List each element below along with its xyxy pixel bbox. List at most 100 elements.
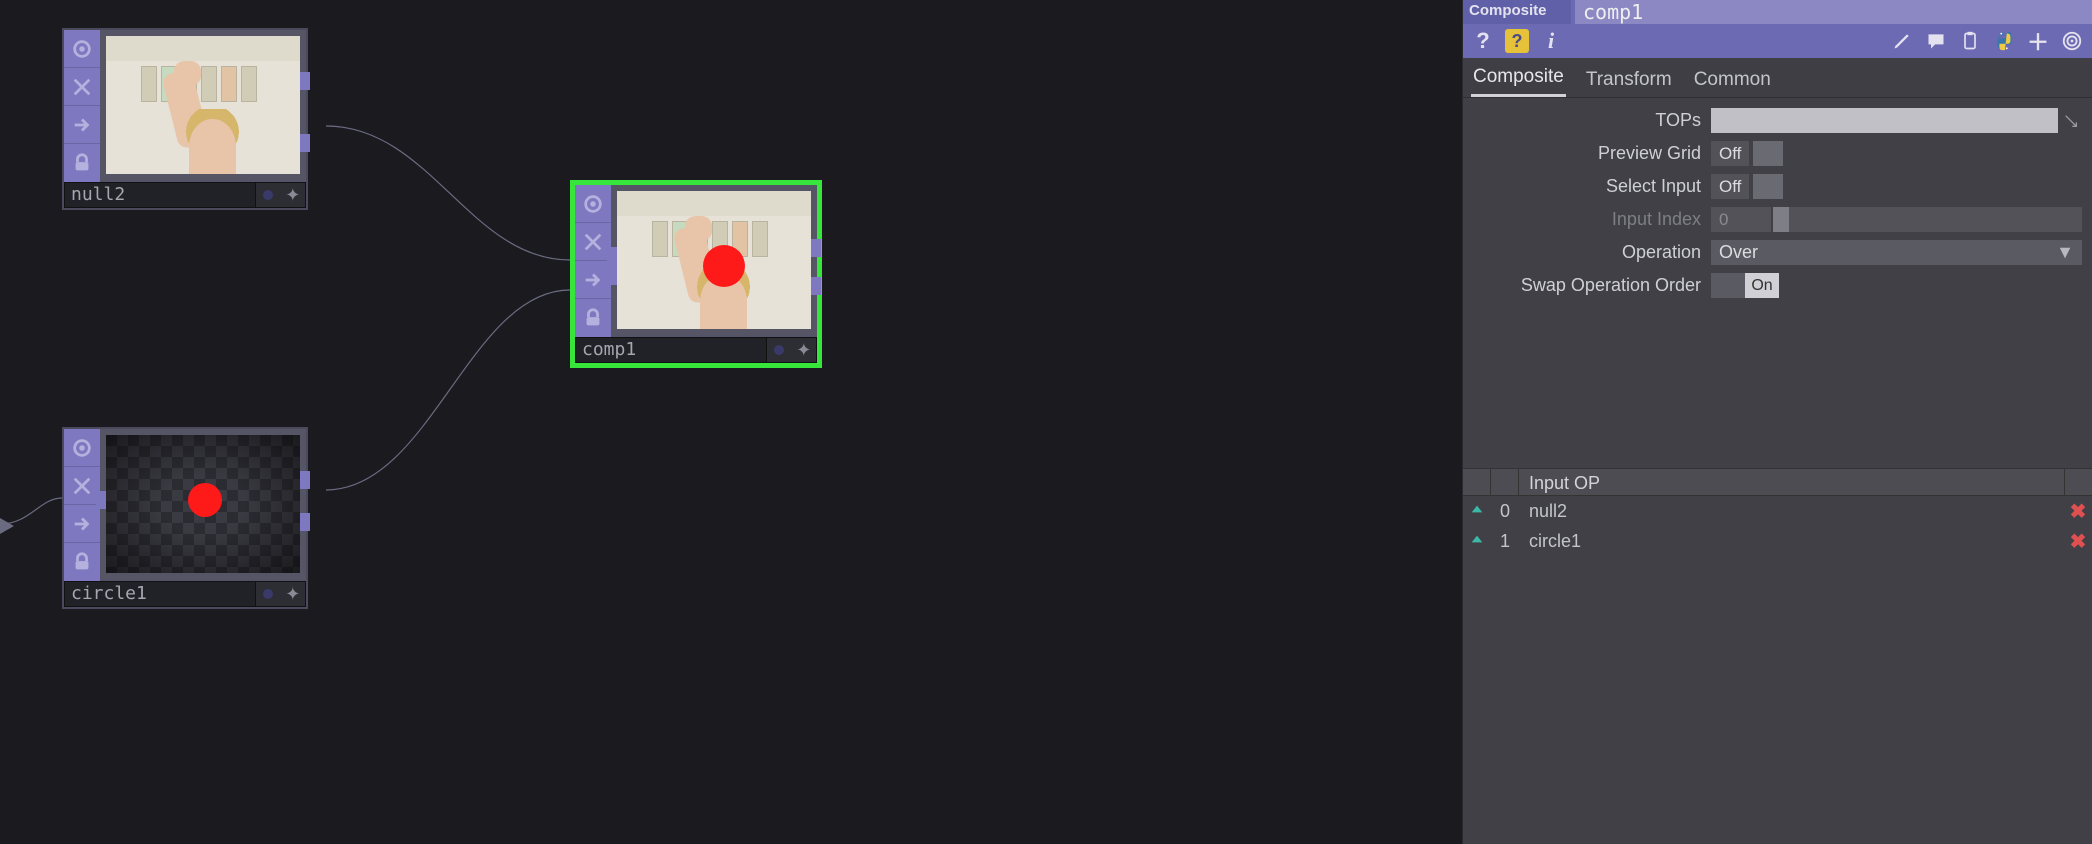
- node-null2[interactable]: null2 ✦: [62, 28, 308, 210]
- output-connector[interactable]: [300, 471, 310, 489]
- node-viewer[interactable]: [100, 30, 306, 180]
- select-input-toggle[interactable]: [1753, 174, 1783, 199]
- param-swap-order: Swap Operation Order On: [1463, 269, 2092, 302]
- node-flags: [575, 185, 611, 337]
- help-icon[interactable]: ?: [1471, 29, 1495, 53]
- viewer-flag[interactable]: [64, 429, 100, 467]
- output-connector[interactable]: [811, 277, 821, 295]
- add-icon[interactable]: ＋: [2026, 29, 2050, 53]
- node-comp1[interactable]: comp1 ✦: [570, 180, 822, 368]
- info-dot-icon[interactable]: [767, 338, 792, 362]
- input-op-table: Input OP 0 null2 ✖ 1 circle1 ✖: [1463, 468, 2092, 556]
- info-dot-icon[interactable]: [256, 582, 281, 606]
- viewer-flag[interactable]: [64, 30, 100, 68]
- viewer-flag[interactable]: [575, 185, 611, 223]
- input-op-header: Input OP: [1463, 468, 2092, 496]
- param-list: TOPs Preview Grid Off Select Input Off I…: [1463, 98, 2092, 302]
- bypass-flag[interactable]: [64, 505, 100, 543]
- bypass-flag[interactable]: [575, 261, 611, 299]
- input-op-row[interactable]: 0 null2 ✖: [1463, 496, 2092, 526]
- op-name-field[interactable]: comp1: [1575, 0, 2092, 24]
- node-circle1[interactable]: circle1 ✦: [62, 427, 308, 609]
- clone-flag[interactable]: [64, 467, 100, 505]
- input-op-name: null2: [1519, 501, 2064, 522]
- node-name[interactable]: comp1: [575, 337, 767, 363]
- param-label: Select Input: [1463, 176, 1711, 197]
- param-label: Preview Grid: [1463, 143, 1711, 164]
- circle-preview: [106, 435, 300, 573]
- edit-icon[interactable]: [1890, 29, 1914, 53]
- panel-toolbar: ? ? i ＋: [1463, 24, 2092, 58]
- tops-picker-icon[interactable]: [2060, 108, 2082, 133]
- tops-input[interactable]: [1711, 108, 2058, 133]
- select-input-value[interactable]: Off: [1711, 174, 1749, 199]
- param-tabs: Composite Transform Common: [1463, 58, 2092, 98]
- output-connector[interactable]: [300, 134, 310, 152]
- chevron-down-icon: ▼: [2056, 242, 2074, 263]
- output-connector[interactable]: [300, 72, 310, 90]
- input-op-index: 1: [1491, 531, 1519, 552]
- input-connector[interactable]: [96, 491, 106, 509]
- op-type-label: Composite: [1463, 0, 1571, 24]
- bypass-flag[interactable]: [64, 106, 100, 144]
- output-connector[interactable]: [811, 239, 821, 257]
- preview-grid-toggle[interactable]: [1753, 141, 1783, 166]
- clone-flag[interactable]: [575, 223, 611, 261]
- target-icon[interactable]: [2060, 29, 2084, 53]
- tab-composite[interactable]: Composite: [1471, 60, 1566, 97]
- input-index-value: 0: [1711, 207, 1771, 232]
- lock-flag[interactable]: [575, 299, 611, 337]
- param-operation: Operation Over ▼: [1463, 236, 2092, 269]
- input-connector[interactable]: [607, 247, 617, 285]
- node-name[interactable]: null2: [64, 182, 256, 208]
- video-preview: [106, 36, 300, 174]
- add-icon[interactable]: ✦: [281, 582, 306, 606]
- help-badge-icon[interactable]: ?: [1505, 29, 1529, 53]
- param-input-index: Input Index 0: [1463, 203, 2092, 236]
- input-op-index: 0: [1491, 501, 1519, 522]
- node-flags: [64, 429, 100, 581]
- network-editor[interactable]: null2 ✦: [0, 0, 928, 844]
- delete-row-icon[interactable]: ✖: [2064, 529, 2092, 554]
- clone-flag[interactable]: [64, 68, 100, 106]
- tab-common[interactable]: Common: [1692, 63, 1773, 97]
- output-connector[interactable]: [300, 513, 310, 531]
- node-viewer[interactable]: [611, 185, 817, 335]
- input-op-name: circle1: [1519, 531, 2064, 552]
- delete-row-icon[interactable]: ✖: [2064, 499, 2092, 524]
- param-label: TOPs: [1463, 110, 1711, 131]
- clipboard-icon[interactable]: [1958, 29, 1982, 53]
- lock-flag[interactable]: [64, 144, 100, 182]
- param-tops: TOPs: [1463, 104, 2092, 137]
- input-index-slider: [1773, 207, 2082, 232]
- parameter-panel: Composite comp1 ? ? i ＋ Composite Transf…: [1462, 0, 2092, 844]
- composite-preview: [617, 191, 811, 329]
- param-select-input: Select Input Off: [1463, 170, 2092, 203]
- param-preview-grid: Preview Grid Off: [1463, 137, 2092, 170]
- python-icon[interactable]: [1992, 29, 2016, 53]
- incoming-wire-arrow: [0, 518, 14, 534]
- add-icon[interactable]: ✦: [281, 183, 306, 207]
- swap-order-toggle[interactable]: On: [1711, 273, 1779, 298]
- input-op-row[interactable]: 1 circle1 ✖: [1463, 526, 2092, 556]
- panel-header: Composite comp1: [1463, 0, 2092, 24]
- node-name[interactable]: circle1: [64, 581, 256, 607]
- preview-grid-value[interactable]: Off: [1711, 141, 1749, 166]
- info-dot-icon[interactable]: [256, 183, 281, 207]
- input-op-header-label: Input OP: [1519, 469, 2064, 495]
- node-flags: [64, 30, 100, 182]
- param-label: Operation: [1463, 242, 1711, 263]
- reorder-up-icon[interactable]: [1463, 503, 1491, 519]
- add-icon[interactable]: ✦: [792, 338, 817, 362]
- operation-select[interactable]: Over ▼: [1711, 240, 2082, 265]
- node-viewer[interactable]: [100, 429, 306, 579]
- swap-order-value: On: [1745, 273, 1779, 298]
- param-label: Swap Operation Order: [1463, 275, 1711, 296]
- info-icon[interactable]: i: [1539, 29, 1563, 53]
- tab-transform[interactable]: Transform: [1584, 63, 1674, 97]
- reorder-up-icon[interactable]: [1463, 533, 1491, 549]
- operation-value: Over: [1719, 242, 1758, 263]
- param-label: Input Index: [1463, 209, 1711, 230]
- lock-flag[interactable]: [64, 543, 100, 581]
- comment-icon[interactable]: [1924, 29, 1948, 53]
